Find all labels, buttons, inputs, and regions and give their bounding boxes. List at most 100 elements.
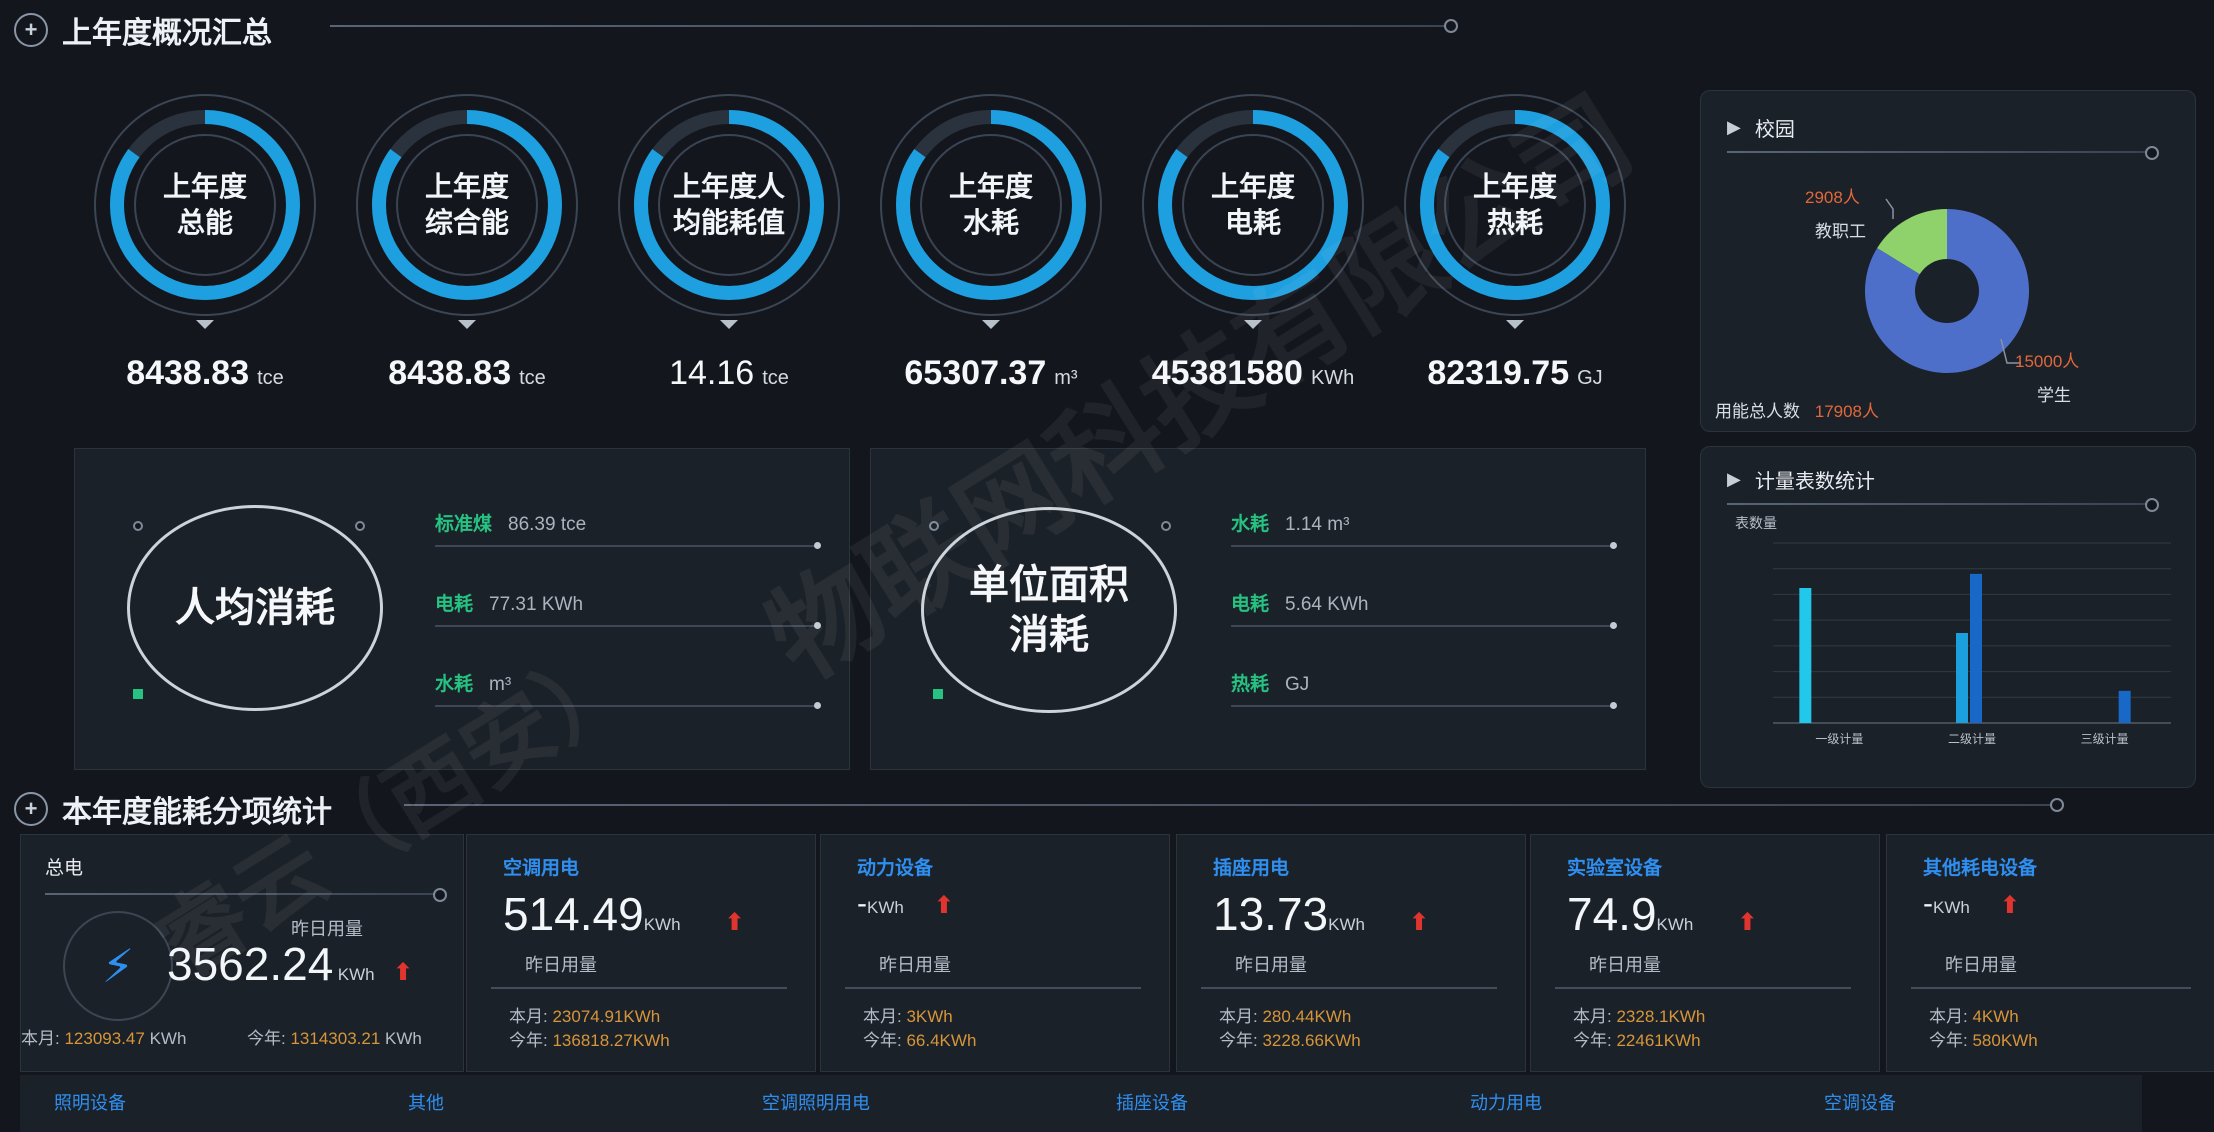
card-month-value: 4KWh: [1972, 1007, 2019, 1026]
card-month-label: 本月:: [1219, 1007, 1258, 1026]
bar: [1799, 588, 1812, 723]
card-unit: KWh: [643, 915, 681, 934]
card-month-value: 3KWh: [906, 1007, 953, 1026]
metric-value: 86.39 tce: [508, 514, 587, 535]
x-tick-label: 一级计量: [1815, 732, 1863, 746]
card-title: 空调用电: [503, 858, 580, 879]
card-title: 实验室设备: [1567, 858, 1663, 879]
ring-gauge: 上年度 热耗: [1400, 90, 1630, 320]
bottom-tab-label: 其他: [408, 1093, 444, 1113]
section-header-overview: + 上年度概况汇总: [14, 8, 272, 52]
arrow-up-icon: ⬆: [1999, 892, 2020, 919]
category-card[interactable]: 空调用电 514.49KWh ⬆ 昨日用量 本月: 23074.91KWh 今年: 136…: [466, 834, 816, 1072]
card-month-value: 280.44KWh: [1262, 1007, 1352, 1026]
arrow-up-icon: ⬆: [724, 909, 745, 936]
bottom-tab[interactable]: 动力用电: [1436, 1075, 1792, 1132]
corner-dot: [1161, 521, 1171, 531]
card-sub: 昨日用量: [1589, 955, 1661, 975]
section-divider: [330, 25, 1450, 27]
total-users: 用能总人数 17908人: [1715, 397, 1879, 422]
card-sub: 昨日用量: [1235, 955, 1307, 975]
total-month-value: 123093.47: [64, 1029, 145, 1048]
metric-underline: [435, 622, 821, 629]
category-card[interactable]: 动力设备 -KWh ⬆ 昨日用量 本月: 3KWh 今年: 66.4KWh: [820, 834, 1170, 1072]
bottom-tab[interactable]: 照明设备: [20, 1075, 376, 1132]
total-users-label: 用能总人数: [1715, 402, 1800, 421]
ring-label-1: 上年度: [162, 171, 247, 202]
metric-label: 水耗: [1231, 514, 1270, 535]
bottom-tab[interactable]: 空调照明用电: [728, 1075, 1084, 1132]
caret-down-icon: [720, 320, 738, 329]
card-unit: KWh: [1933, 898, 1970, 917]
ring-value-number: 14.16: [669, 354, 755, 392]
ring-label-2: 总能: [176, 207, 233, 238]
metric-label: 标准煤: [435, 514, 493, 535]
ring-label-1: 上年度: [948, 171, 1033, 202]
card-divider: [1555, 987, 1851, 989]
divider-dot: [433, 888, 447, 902]
status-square: [933, 689, 943, 699]
bar: [2118, 690, 2131, 723]
ring-value-number: 45381580: [1151, 354, 1303, 392]
ring-label: 上年度 综合能: [352, 90, 582, 320]
card-month-label: 本月:: [509, 1007, 548, 1026]
bottom-tab-label: 照明设备: [54, 1093, 126, 1113]
corner-dot: [133, 521, 143, 531]
metric-underline: [435, 542, 821, 549]
ring-label: 上年度 电耗: [1138, 90, 1368, 320]
caret-down-icon: [196, 320, 214, 329]
metric-underline: [1231, 542, 1617, 549]
bottom-tab-label: 插座设备: [1116, 1093, 1188, 1113]
card-sub: 昨日用量: [879, 955, 951, 975]
category-card[interactable]: 其他耗电设备 -KWh ⬆ 昨日用量 本月: 4KWh 今年: 580KWh: [1886, 834, 2214, 1072]
x-tick-label: 三级计量: [2081, 732, 2129, 746]
card-value-group: -KWh ⬆: [1923, 887, 2020, 921]
card-year-label: 今年:: [863, 1031, 902, 1050]
personnel-donut: [1865, 198, 2029, 373]
card-divider: [845, 987, 1141, 989]
total-month-label: 本月:: [21, 1029, 60, 1048]
bottom-tab[interactable]: 插座设备: [1082, 1075, 1438, 1132]
corner-dot: [929, 521, 939, 531]
card-sub: 昨日用量: [1945, 955, 2017, 975]
divider-dot: [2050, 798, 2064, 812]
metric-value: GJ: [1285, 674, 1310, 695]
category-card[interactable]: 实验室设备 74.9KWh ⬆ 昨日用量 本月: 2328.1KWh 今年: 22461K…: [1530, 834, 1880, 1072]
metric-row: 水耗 1.14 m³: [1231, 509, 1617, 549]
meter-panel: ▶ 计量表数统计 表数量 一级计量 二级计量 三级计量: [1700, 446, 2196, 788]
caret-down-icon: [982, 320, 1000, 329]
ring-value-number: 65307.37: [904, 354, 1047, 392]
ring-value-unit: KWh: [1310, 367, 1355, 389]
bottom-tab[interactable]: 空调设备: [1790, 1075, 2144, 1132]
total-unit: KWh: [337, 965, 375, 984]
student-value: 15000人: [2015, 352, 2080, 371]
card-value: 74.9: [1567, 888, 1657, 940]
metric-underline: [1231, 622, 1617, 629]
card-year-label: 今年:: [1573, 1031, 1612, 1050]
ring-value: 82319.75 GJ: [1427, 354, 1602, 393]
card-month-value: 2328.1KWh: [1616, 1007, 1706, 1026]
corner-dot: [355, 521, 365, 531]
meter-bar-chart: 一级计量 二级计量 三级计量: [1773, 542, 2171, 746]
category-card[interactable]: 插座用电 13.73KWh ⬆ 昨日用量 本月: 280.44KWh 今年: 3228.6…: [1176, 834, 1526, 1072]
card-year-value: 580KWh: [1972, 1031, 2038, 1050]
bottom-tab-label: 空调照明用电: [762, 1093, 870, 1113]
card-month: 本月: 3KWh: [863, 1005, 953, 1029]
divider-dot: [1444, 19, 1458, 33]
bottom-tab[interactable]: 其他: [374, 1075, 730, 1132]
lightning-icon: ⚡: [63, 911, 173, 1021]
metric-row: 电耗 77.31 KWh: [435, 589, 821, 629]
metric-value: m³: [489, 674, 512, 695]
total-title: 总电: [45, 858, 84, 879]
card-month-label: 本月:: [1929, 1007, 1968, 1026]
ring-value-unit: tce: [257, 367, 284, 389]
card-value: 13.73: [1213, 888, 1329, 940]
card-year-value: 3228.66KWh: [1262, 1031, 1361, 1050]
per-capita-title: 人均消耗: [175, 586, 335, 630]
card-month-label: 本月:: [1573, 1007, 1612, 1026]
ring-label: 上年度 总能: [90, 90, 320, 320]
add-circle-icon: +: [14, 13, 48, 47]
section-divider: [404, 804, 2054, 806]
metric-underline: [435, 702, 821, 709]
metric-value: 77.31 KWh: [489, 594, 584, 615]
